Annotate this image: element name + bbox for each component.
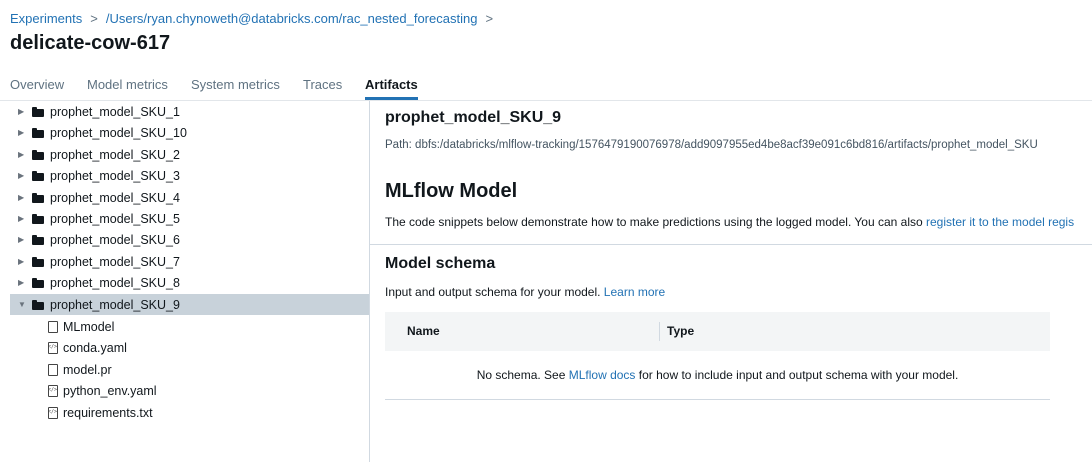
folder-icon: [32, 234, 44, 245]
tree-folder-row[interactable]: ▶ prophet_model_SKU_10: [10, 122, 369, 143]
tree-file-row[interactable]: conda.yaml: [10, 337, 369, 358]
tab-overview[interactable]: Overview: [10, 76, 64, 100]
caret-right-icon[interactable]: ▶: [18, 128, 28, 137]
code-file-icon: [48, 384, 58, 397]
chevron-right-icon: >: [90, 11, 98, 26]
tree-folder-row[interactable]: ▶ prophet_model_SKU_7: [10, 251, 369, 272]
file-icon: [48, 320, 58, 333]
tab-traces[interactable]: Traces: [303, 76, 342, 100]
file-icon: [48, 363, 58, 376]
mlflow-model-heading: MLflow Model: [385, 180, 518, 202]
run-tabs: Overview Model metrics System metrics Tr…: [10, 76, 1092, 100]
learn-more-link[interactable]: Learn more: [604, 285, 665, 299]
file-label: conda.yaml: [63, 340, 127, 355]
caret-right-icon[interactable]: ▶: [18, 278, 28, 287]
empty-schema-message: No schema. See MLflow docs for how to in…: [385, 368, 1050, 382]
tree-folder-row[interactable]: ▶ prophet_model_SKU_2: [10, 144, 369, 165]
file-label: python_env.yaml: [63, 383, 157, 398]
register-model-link[interactable]: register it to the model regis: [926, 215, 1074, 229]
tree-folder-row[interactable]: ▶ prophet_model_SKU_1: [10, 101, 369, 122]
folder-icon: [32, 213, 44, 224]
schema-description-text: Input and output schema for your model.: [385, 285, 604, 299]
artifact-title: prophet_model_SKU_9: [385, 109, 562, 126]
code-file-icon: [48, 406, 58, 419]
tree-folder-row[interactable]: ▶ prophet_model_SKU_3: [10, 165, 369, 186]
breadcrumb: Experiments > /Users/ryan.chynoweth@data…: [10, 11, 501, 26]
folder-label: prophet_model_SKU_3: [50, 168, 180, 183]
model-description-text: The code snippets below demonstrate how …: [385, 215, 927, 229]
breadcrumb-experiments-link[interactable]: Experiments: [10, 11, 82, 26]
tree-file-row[interactable]: model.pr: [10, 359, 369, 380]
folder-icon: [32, 256, 44, 267]
section-divider: [370, 244, 1092, 245]
caret-right-icon[interactable]: ▶: [18, 214, 28, 223]
caret-right-icon[interactable]: ▶: [18, 235, 28, 244]
folder-icon: [32, 106, 44, 117]
empty-schema-suffix: for how to include input and output sche…: [635, 368, 959, 382]
folder-icon: [32, 277, 44, 288]
model-schema-heading: Model schema: [385, 255, 496, 272]
caret-right-icon[interactable]: ▶: [18, 193, 28, 202]
folder-icon: [32, 149, 44, 160]
schema-table: Name Type No schema. See MLflow docs for…: [385, 312, 1050, 400]
schema-table-header: Name Type: [385, 312, 1050, 351]
folder-label: prophet_model_SKU_10: [50, 125, 187, 140]
panel-divider[interactable]: [369, 101, 370, 462]
caret-right-icon[interactable]: ▶: [18, 107, 28, 116]
folder-icon: [32, 192, 44, 203]
folder-icon: [32, 170, 44, 181]
column-resize-handle[interactable]: [659, 322, 660, 341]
folder-label: prophet_model_SKU_5: [50, 211, 180, 226]
chevron-right-icon: >: [485, 11, 494, 26]
folder-label: prophet_model_SKU_9: [50, 297, 180, 312]
page-title: delicate-cow-617: [10, 32, 171, 54]
file-label: MLmodel: [63, 319, 115, 334]
tree-folder-row[interactable]: ▶ prophet_model_SKU_5: [10, 208, 369, 229]
tab-artifacts[interactable]: Artifacts: [365, 76, 418, 100]
tree-folder-row[interactable]: ▶ prophet_model_SKU_4: [10, 187, 369, 208]
tab-model-metrics[interactable]: Model metrics: [87, 76, 168, 100]
folder-label: prophet_model_SKU_7: [50, 254, 180, 269]
file-label: requirements.txt: [63, 405, 153, 420]
tab-system-metrics[interactable]: System metrics: [191, 76, 280, 100]
folder-label: prophet_model_SKU_1: [50, 104, 180, 119]
folder-icon: [32, 127, 44, 138]
tree-folder-row[interactable]: ▶ prophet_model_SKU_8: [10, 272, 369, 293]
caret-right-icon[interactable]: ▶: [18, 257, 28, 266]
tree-file-row[interactable]: python_env.yaml: [10, 380, 369, 401]
tree-file-row[interactable]: requirements.txt: [10, 402, 369, 423]
schema-description: Input and output schema for your model. …: [385, 285, 665, 299]
tree-file-row[interactable]: MLmodel: [10, 316, 369, 337]
breadcrumb-experiment-path-link[interactable]: /Users/ryan.chynoweth@databricks.com/rac…: [106, 11, 478, 26]
code-file-icon: [48, 341, 58, 354]
tree-folder-row[interactable]: ▶ prophet_model_SKU_6: [10, 229, 369, 250]
folder-label: prophet_model_SKU_8: [50, 275, 180, 290]
schema-table-body: No schema. See MLflow docs for how to in…: [385, 351, 1050, 400]
caret-right-icon[interactable]: ▶: [18, 150, 28, 159]
tree-folder-row-selected[interactable]: ▼ prophet_model_SKU_9: [10, 294, 369, 315]
folder-label: prophet_model_SKU_6: [50, 232, 180, 247]
folder-label: prophet_model_SKU_2: [50, 147, 180, 162]
folder-icon: [32, 299, 44, 310]
column-header-name: Name: [407, 324, 440, 338]
caret-down-icon[interactable]: ▼: [18, 300, 28, 309]
mlflow-docs-link[interactable]: MLflow docs: [569, 368, 636, 382]
artifact-tree: ▶ prophet_model_SKU_1 ▶ prophet_model_SK…: [10, 101, 369, 462]
folder-label: prophet_model_SKU_4: [50, 190, 180, 205]
model-description: The code snippets below demonstrate how …: [385, 215, 1074, 229]
file-label: model.pr: [63, 362, 112, 377]
column-header-type: Type: [667, 324, 695, 338]
empty-schema-prefix: No schema. See: [476, 368, 569, 382]
artifact-path: Path: dbfs:/databricks/mlflow-tracking/1…: [385, 139, 1038, 151]
caret-right-icon[interactable]: ▶: [18, 171, 28, 180]
